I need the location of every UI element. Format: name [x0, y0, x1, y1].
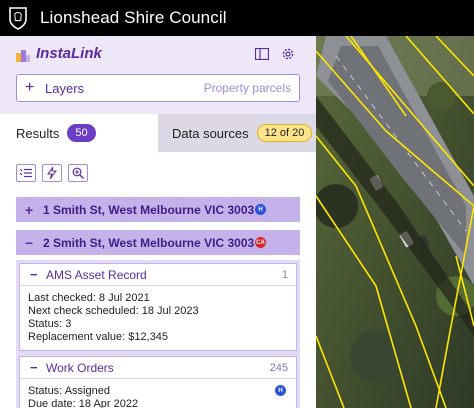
card-body: Status: Assigned Due date: 18 Apr 2022 H [20, 379, 296, 408]
result-address: 1 Smith St, West Melbourne VIC 3003 [43, 202, 255, 217]
tab-results-label: Results [16, 125, 60, 141]
card-header[interactable]: − AMS Asset Record 1 [20, 264, 296, 286]
settings-button[interactable] [279, 45, 297, 63]
card-title: AMS Asset Record [46, 267, 147, 282]
list-settings-icon [20, 168, 32, 178]
instalink-logo-icon [16, 50, 30, 62]
collapse-icon: − [30, 360, 38, 375]
layers-value: Property parcels [203, 81, 291, 95]
zoom-in-button[interactable] [68, 164, 88, 182]
expand-icon: + [25, 201, 34, 218]
source-badge: CA [255, 237, 266, 248]
list-settings-button[interactable] [16, 164, 36, 182]
tab-data-sources[interactable]: Data sources 12 of 20 [158, 114, 316, 152]
gear-icon [282, 48, 294, 60]
tab-results[interactable]: Results 50 [0, 114, 158, 152]
panel-layout-button[interactable] [253, 45, 271, 63]
tabs: Results 50 Data sources 12 of 20 [0, 114, 316, 152]
lion-crest-icon [9, 7, 27, 30]
result-item-expanded[interactable]: − 2 Smith St, West Melbourne VIC 3003 CA [16, 230, 300, 255]
result-details: − AMS Asset Record 1 Last checked: 8 Jul… [16, 260, 300, 408]
results-count-badge: 50 [67, 124, 96, 142]
panel-layout-icon [255, 48, 269, 60]
aerial-map [316, 36, 474, 408]
data-sources-count-badge: 12 of 20 [256, 124, 313, 142]
work-orders-card: − Work Orders 245 Status: Assigned Due d… [19, 356, 297, 408]
card-count: 1 [281, 268, 288, 281]
top-bar: Lionshead Shire Council [0, 0, 474, 36]
card-body: Last checked: 8 Jul 2021 Next check sche… [20, 286, 296, 344]
panel-header: InstaLink + Layers Property parcels [0, 36, 316, 106]
ams-asset-record-card: − AMS Asset Record 1 Last checked: 8 Jul… [19, 263, 297, 351]
card-count: 245 [269, 361, 288, 374]
source-badge: H [275, 385, 286, 396]
flash-button[interactable] [42, 164, 62, 182]
collapse-icon: − [30, 267, 38, 282]
app-name: InstaLink [36, 45, 102, 62]
next-check: Next check scheduled: 18 Jul 2023 [28, 305, 199, 317]
zoom-in-icon [72, 167, 84, 179]
card-header[interactable]: − Work Orders 245 [20, 357, 296, 379]
work-order-due-date: Due date: 18 Apr 2022 [28, 398, 139, 408]
results-toolbar [16, 164, 88, 182]
source-badge: H [255, 204, 266, 215]
layers-selector[interactable]: + Layers Property parcels [16, 74, 300, 102]
result-address: 2 Smith St, West Melbourne VIC 3003 [43, 235, 255, 250]
replacement-value: Replacement value: $12,345 [28, 331, 169, 343]
status: Status: 3 [28, 318, 72, 330]
collapse-icon: − [25, 234, 34, 251]
tab-data-sources-label: Data sources [172, 125, 249, 141]
flash-icon [47, 167, 57, 179]
council-title: Lionshead Shire Council [40, 8, 227, 27]
card-title: Work Orders [46, 360, 114, 375]
work-order-status: Status: Assigned [28, 385, 110, 397]
last-checked: Last checked: 8 Jul 2021 [28, 292, 150, 304]
layers-label: Layers [45, 80, 85, 96]
map-view[interactable] [316, 36, 474, 408]
result-item[interactable]: + 1 Smith St, West Melbourne VIC 3003 H [16, 197, 300, 222]
results-content: + 1 Smith St, West Melbourne VIC 3003 H … [0, 152, 316, 408]
instalink-panel: InstaLink + Layers Property parcels Resu… [0, 36, 316, 408]
plus-icon: + [25, 79, 35, 96]
